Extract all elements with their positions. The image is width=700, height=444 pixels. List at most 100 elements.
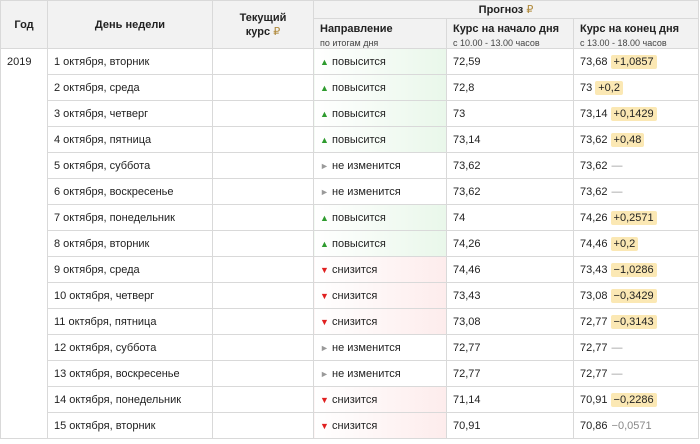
direction-cell: ► не изменится bbox=[313, 334, 447, 361]
direction-label: снизится bbox=[332, 263, 378, 276]
arrow-down-icon: ▼ bbox=[320, 264, 329, 275]
current-rate-cell bbox=[212, 48, 314, 75]
open-rate-cell: 72,77 bbox=[446, 334, 574, 361]
table-row: 2019 1 октября, вторник ▲ повысится 72,59 73,… bbox=[0, 48, 699, 439]
open-rate-cell: 73,62 bbox=[446, 152, 574, 179]
direction-label: снизится bbox=[332, 289, 378, 302]
header-close-sub: с 13.00 - 18.00 часов bbox=[580, 38, 667, 48]
current-rate-cell bbox=[212, 386, 314, 413]
table-row: 2 октября, среда ▲ повысится 72,8 73 +0,2 bbox=[1, 74, 699, 101]
day-cell: 1 октября, вторник bbox=[47, 48, 213, 75]
day-cell: 15 октября, вторник bbox=[47, 412, 213, 439]
direction-cell: ▲ повысится bbox=[313, 48, 447, 75]
direction-cell: ▼ снизится bbox=[313, 308, 447, 335]
current-rate-cell bbox=[212, 256, 314, 283]
close-rate-value: 73,68 bbox=[580, 55, 608, 68]
direction-cell: ► не изменится bbox=[313, 360, 447, 387]
arrow-up-icon: ▲ bbox=[320, 82, 329, 93]
direction-label: повысится bbox=[332, 133, 386, 146]
close-rate-value: 74,46 bbox=[580, 237, 608, 250]
direction-label: не изменится bbox=[332, 341, 401, 354]
change-badge: — bbox=[611, 185, 623, 198]
direction-cell: ▲ повысится bbox=[313, 204, 447, 231]
current-rate-cell bbox=[212, 282, 314, 309]
day-cell: 2 октября, среда bbox=[47, 74, 213, 101]
current-rate-cell bbox=[212, 230, 314, 257]
header-current-line1: Текущий bbox=[239, 11, 287, 24]
arrow-down-icon: ▼ bbox=[320, 394, 329, 405]
header-close: Курс на конец дня с 13.00 - 18.00 часов bbox=[573, 18, 699, 49]
close-rate-cell: 73,62— bbox=[573, 152, 699, 179]
open-rate-cell: 71,14 bbox=[446, 386, 574, 413]
close-rate-value: 70,91 bbox=[580, 393, 608, 406]
header-current-line2: курс bbox=[245, 25, 271, 38]
ruble-icon: ₽ bbox=[273, 25, 281, 38]
close-rate-cell: 72,77— bbox=[573, 334, 699, 361]
year-cell: 2019 bbox=[0, 48, 48, 439]
header-year: Год bbox=[0, 0, 48, 49]
direction-cell: ▼ снизится bbox=[313, 256, 447, 283]
table-row: 15 октября, вторник ▼ снизится 70,91 70,86 −0… bbox=[1, 412, 699, 439]
direction-label: снизится bbox=[332, 393, 378, 406]
current-rate-cell bbox=[212, 178, 314, 205]
close-rate-value: 73,62 bbox=[580, 133, 608, 146]
close-rate-cell: 73,43 −1,0286 bbox=[573, 256, 699, 283]
close-rate-value: 73,62 bbox=[580, 159, 608, 172]
close-rate-value: 74,26 bbox=[580, 211, 608, 224]
arrow-up-icon: ▲ bbox=[320, 134, 329, 145]
open-rate-cell: 73,43 bbox=[446, 282, 574, 309]
change-badge: −0,2286 bbox=[610, 392, 657, 407]
table-row: 12 октября, суббота ► не изменится 72,77 72,… bbox=[1, 334, 699, 361]
open-rate-cell: 72,77 bbox=[446, 360, 574, 387]
open-rate-cell: 73,62 bbox=[446, 178, 574, 205]
close-rate-value: 73,08 bbox=[580, 289, 608, 302]
table-row: 7 октября, понедельник ▲ повысится 74 74,26 +… bbox=[1, 204, 699, 231]
direction-cell: ▲ повысится bbox=[313, 126, 447, 153]
change-badge: −0,0571 bbox=[611, 419, 652, 432]
change-badge: −0,3143 bbox=[610, 314, 657, 329]
table-row: 10 октября, четверг ▼ снизится 73,43 73,08 −0… bbox=[1, 282, 699, 309]
change-badge: +0,2 bbox=[595, 80, 623, 95]
arrow-down-icon: ▼ bbox=[320, 290, 329, 301]
change-badge: +0,2 bbox=[610, 236, 639, 251]
close-rate-value: 72,77 bbox=[580, 367, 608, 380]
direction-cell: ► не изменится bbox=[313, 152, 447, 179]
close-rate-cell: 73 +0,2 bbox=[573, 74, 699, 101]
day-cell: 10 октября, четверг bbox=[47, 282, 213, 309]
direction-cell: ▼ снизится bbox=[313, 386, 447, 413]
change-badge: −0,3429 bbox=[610, 288, 657, 303]
table-row: 13 октября, воскресенье ► не изменится 72,7… bbox=[1, 360, 699, 387]
arrow-right-icon: ► bbox=[320, 160, 329, 171]
forecast-table: Год День недели Текущий курс ₽ Прогноз ₽… bbox=[0, 0, 699, 439]
day-cell: 7 октября, понедельник bbox=[47, 204, 213, 231]
table-row: 4 октября, пятница ▲ повысится 73,14 73,62 +0… bbox=[1, 126, 699, 153]
arrow-right-icon: ► bbox=[320, 342, 329, 353]
change-badge: −1,0286 bbox=[610, 262, 657, 277]
arrow-up-icon: ▲ bbox=[320, 212, 329, 223]
open-rate-cell: 73,14 bbox=[446, 126, 574, 153]
current-rate-cell bbox=[212, 412, 314, 439]
open-rate-cell: 74,26 bbox=[446, 230, 574, 257]
open-rate-cell: 72,8 bbox=[446, 74, 574, 101]
arrow-right-icon: ► bbox=[320, 186, 329, 197]
arrow-down-icon: ▼ bbox=[320, 316, 329, 327]
arrow-up-icon: ▲ bbox=[320, 238, 329, 249]
direction-cell: ▲ повысится bbox=[313, 74, 447, 101]
arrow-down-icon: ▼ bbox=[320, 420, 329, 431]
day-cell: 5 октября, суббота bbox=[47, 152, 213, 179]
direction-label: повысится bbox=[332, 211, 386, 224]
day-cell: 6 октября, воскресенье bbox=[47, 178, 213, 205]
current-rate-cell bbox=[212, 100, 314, 127]
close-rate-value: 73 bbox=[580, 81, 593, 94]
header-direction: Направление по итогам дня bbox=[313, 18, 447, 49]
open-rate-cell: 73 bbox=[446, 100, 574, 127]
day-cell: 13 октября, воскресенье bbox=[47, 360, 213, 387]
direction-cell: ▼ снизится bbox=[313, 412, 447, 439]
header-direction-title: Направление bbox=[320, 23, 393, 35]
day-cell: 14 октября, понедельник bbox=[47, 386, 213, 413]
close-rate-cell: 74,46 +0,2 bbox=[573, 230, 699, 257]
close-rate-cell: 74,26 +0,2571 bbox=[573, 204, 699, 231]
direction-label: не изменится bbox=[332, 185, 401, 198]
open-rate-cell: 72,59 bbox=[446, 48, 574, 75]
current-rate-cell bbox=[212, 152, 314, 179]
